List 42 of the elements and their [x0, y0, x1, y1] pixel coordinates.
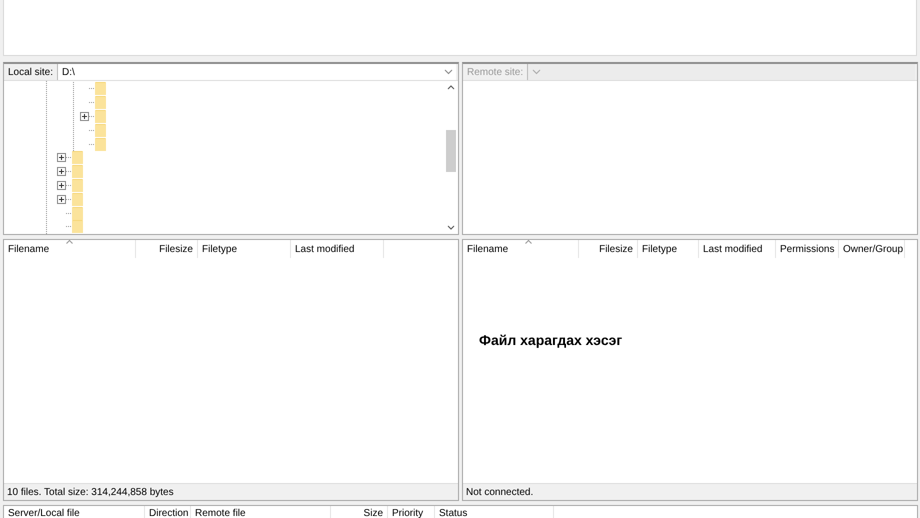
status-text: Not connected.: [466, 486, 534, 498]
scroll-up-icon[interactable]: [447, 84, 455, 90]
folder-icon[interactable]: [72, 165, 83, 178]
column-header[interactable]: Filetype: [642, 244, 694, 255]
folder-icon[interactable]: [95, 138, 106, 151]
folder-icon[interactable]: [72, 206, 83, 220]
column-header[interactable]: Filesize: [140, 244, 193, 255]
column-header[interactable]: Size: [335, 508, 383, 518]
folder-icon[interactable]: [95, 124, 106, 137]
folder-icon[interactable]: [72, 192, 83, 206]
folder-icon[interactable]: [95, 82, 106, 96]
folder-icon[interactable]: [95, 110, 106, 123]
caption: Файл харагдах хэсэг: [479, 332, 622, 348]
column-header[interactable]: Last modified: [703, 244, 771, 255]
folder-icon[interactable]: [72, 151, 83, 164]
folder-icon[interactable]: [72, 220, 83, 234]
scroll-thumb[interactable]: [446, 130, 456, 172]
remote-site-field[interactable]: [528, 64, 915, 80]
expand-icon[interactable]: [57, 194, 66, 204]
folder-icon[interactable]: [72, 178, 83, 192]
dropdown-icon[interactable]: [532, 69, 542, 75]
column-header[interactable]: Priority: [392, 508, 430, 518]
dropdown-icon[interactable]: [444, 69, 453, 75]
expand-icon[interactable]: [57, 180, 66, 190]
column-header[interactable]: Filetype: [202, 244, 286, 255]
status-text: 10 files. Total size: 314,244,858 bytes: [7, 486, 174, 498]
column-header[interactable]: Last modified: [295, 244, 379, 255]
column-header[interactable]: Filename: [8, 244, 131, 255]
folder-icon[interactable]: [95, 96, 106, 110]
column-header[interactable]: Filesize: [583, 244, 633, 255]
column-header[interactable]: Filename: [467, 244, 574, 255]
column-header[interactable]: Remote file: [195, 508, 326, 518]
column-header[interactable]: Server/Local file: [8, 508, 140, 518]
local-site-field[interactable]: D:\: [58, 64, 456, 80]
expand-icon[interactable]: [80, 112, 89, 121]
scroll-down-icon[interactable]: [447, 225, 455, 231]
expand-icon[interactable]: [57, 167, 66, 176]
column-header[interactable]: Owner/Group: [843, 244, 904, 255]
column-header[interactable]: Status: [439, 508, 549, 518]
expand-icon[interactable]: [57, 153, 66, 162]
column-header[interactable]: Permissions: [780, 244, 834, 255]
column-header[interactable]: Direction: [149, 508, 188, 518]
